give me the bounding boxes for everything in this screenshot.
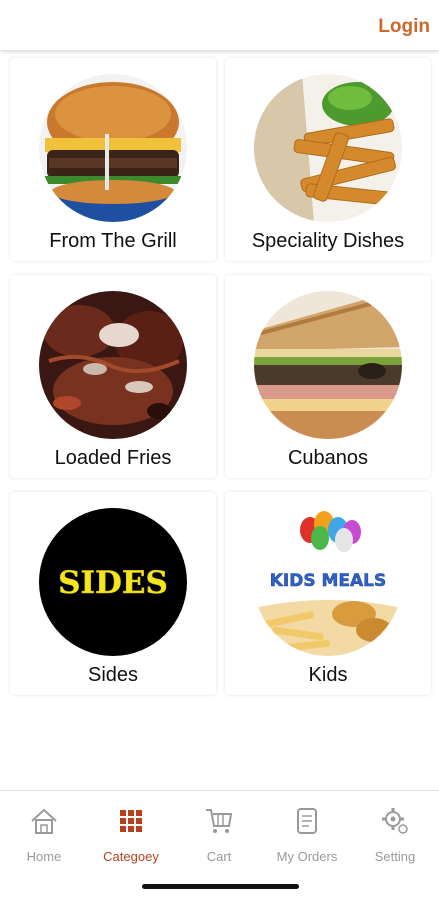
category-label: Kids (308, 664, 348, 686)
category-card-speciality-dishes[interactable]: Speciality Dishes (225, 58, 431, 261)
login-link[interactable]: Login (378, 16, 430, 38)
cart-icon (206, 809, 233, 833)
category-label: Speciality Dishes (251, 230, 405, 252)
category-card-loaded-fries[interactable]: Loaded Fries (10, 275, 216, 478)
app-header: Login (0, 0, 439, 50)
grid-icon (120, 810, 142, 832)
tab-label: Home (26, 849, 62, 864)
home-indicator[interactable] (142, 884, 299, 889)
category-card-sides[interactable]: SIDES Sides (10, 492, 216, 695)
tab-label: Cart (206, 849, 232, 864)
burger-image (39, 74, 187, 222)
tab-home[interactable]: Home (1, 805, 87, 865)
category-card-cubanos[interactable]: Cubanos (225, 275, 431, 478)
loaded-fries-image (39, 291, 187, 439)
category-label: Loaded Fries (54, 447, 172, 469)
category-card-kids[interactable]: KIDS MEALS Kids (225, 492, 431, 695)
tab-label: Categoey (103, 849, 159, 864)
tab-category[interactable]: Categoey (88, 805, 174, 865)
cuban-sandwich-image (254, 291, 402, 439)
gear-icon (382, 808, 408, 834)
kids-meals-logo-image: KIDS MEALS (254, 508, 402, 656)
tab-setting[interactable]: Setting (352, 805, 438, 865)
tab-cart[interactable]: Cart (176, 805, 262, 865)
orders-scroll-icon (297, 808, 317, 834)
fish-and-chips-image (254, 74, 402, 222)
sides-logo-text: SIDES (58, 565, 168, 601)
tab-my-orders[interactable]: My Orders (264, 805, 350, 865)
category-label: From The Grill (49, 230, 177, 252)
category-label: Cubanos (287, 447, 369, 469)
home-icon (31, 808, 57, 834)
tab-label: Setting (374, 849, 416, 864)
sides-logo-image: SIDES (39, 508, 187, 656)
kids-meals-logo-text: KIDS MEALS (270, 571, 387, 591)
category-card-from-the-grill[interactable]: From The Grill (10, 58, 216, 261)
tab-label: My Orders (276, 849, 338, 864)
category-label: Sides (87, 664, 139, 686)
